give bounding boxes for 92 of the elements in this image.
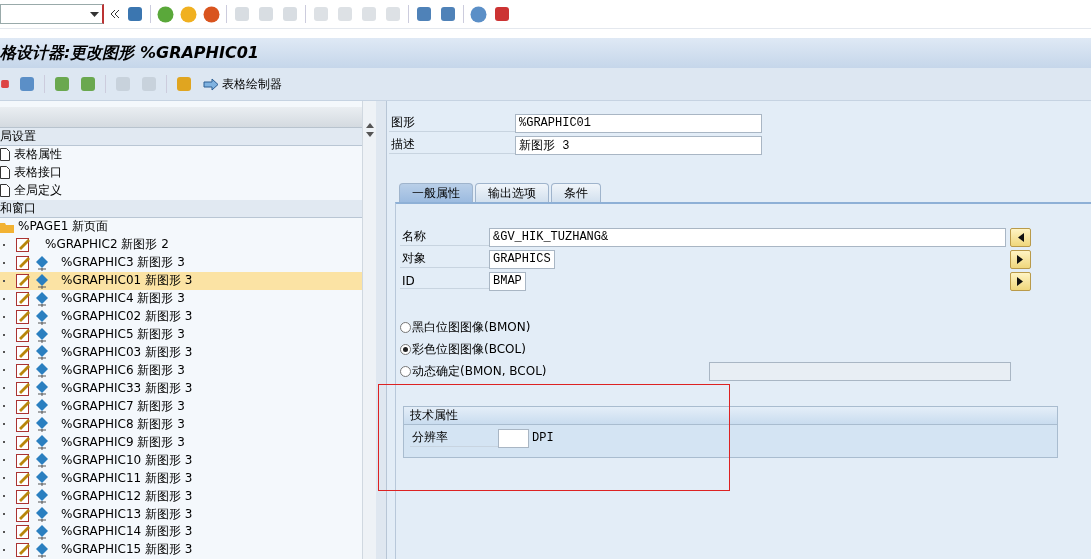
diamond-icon [35,524,49,540]
diamond-icon [35,470,49,487]
edit-icon [16,273,31,289]
edit-icon [16,380,31,396]
dropdown-caret-icon[interactable] [90,11,99,17]
splitter[interactable] [376,101,387,559]
radio-label: 动态确定(BMON, BCOL) [412,362,547,380]
edit-icon [16,237,31,253]
tree-item[interactable]: %GRAPHIC4 新图形 3 [0,289,362,308]
right-triangle-icon [1017,254,1024,264]
diamond-icon [35,326,49,343]
diamond-icon [35,362,49,379]
diamond-icon [35,452,49,469]
right-arrow-icon [203,77,219,91]
diamond-icon [35,254,49,271]
radio-label: 彩色位图图像(BCOL) [412,340,526,358]
arrow-button[interactable] [1010,249,1031,269]
radio-button[interactable] [400,365,411,377]
input-field[interactable]: 新图形 3 [515,135,762,155]
tree-item[interactable]: %GRAPHIC33 新图形 3 [0,379,362,398]
edit-icon [16,434,31,450]
tab[interactable]: 输出选项 [475,183,549,202]
right-triangle-icon [1017,276,1024,286]
edit-icon [16,470,31,486]
tab[interactable]: 条件 [551,183,601,202]
diamond-icon [35,506,49,523]
edit-icon [16,524,31,540]
tree-item[interactable]: 和窗口 [0,199,362,218]
tree-item[interactable]: %GRAPHIC2 新图形 2 [0,235,362,254]
tree-item[interactable]: %GRAPHIC02 新图形 3 [0,307,362,326]
input-field[interactable]: &GV_HIK_TUZHANG& [489,227,1006,247]
scroll-up-icon[interactable] [365,123,374,128]
scroll-down-icon[interactable] [365,132,374,137]
edit-icon [16,309,31,325]
tree-item[interactable]: %GRAPHIC12 新图形 3 [0,487,362,506]
tree-item[interactable]: %GRAPHIC14 新图形 3 [0,523,362,541]
diamond-icon [35,272,49,289]
form-painter-button[interactable]: 表格绘制器 [201,75,284,93]
input-field[interactable]: BMAP [489,271,527,291]
scrollbar[interactable] [362,101,376,559]
tree-item[interactable]: %GRAPHIC11 新图形 3 [0,469,362,488]
edit-icon [16,452,31,468]
tree-item[interactable]: %GRAPHIC03 新图形 3 [0,343,362,362]
arrow-button[interactable] [1010,227,1031,247]
radio-button[interactable] [400,321,411,333]
diamond-icon [35,344,49,361]
edit-icon [16,416,31,432]
tree-item[interactable]: %GRAPHIC01 新图形 3 [0,271,362,290]
tree-item[interactable]: %GRAPHIC13 新图形 3 [0,505,362,523]
input-field[interactable]: GRAPHICS [489,249,556,269]
edit-icon [16,255,31,271]
diamond-icon [35,398,49,415]
edit-icon [16,362,31,378]
edit-icon [16,506,31,522]
diamond-icon [35,434,49,451]
tree-item[interactable]: %GRAPHIC8 新图形 3 [0,415,362,434]
diamond-icon [35,380,49,397]
tree-item[interactable]: %GRAPHIC10 新图形 3 [0,451,362,470]
tab[interactable]: 一般属性 [399,183,473,202]
diamond-icon [35,541,49,558]
edit-icon [16,488,31,504]
tree-item[interactable]: %GRAPHIC6 新图形 3 [0,361,362,380]
tree-item[interactable]: %GRAPHIC9 新图形 3 [0,433,362,452]
unit-label: DPI [532,431,554,445]
tree-item[interactable]: 表格属性 [0,145,362,164]
edit-icon [16,291,31,307]
diamond-icon [35,308,49,325]
screen-title: 格设计器:更改图形 %GRAPHIC01 [0,42,259,64]
left-triangle-icon [1017,232,1024,242]
double-chevron-icon[interactable] [110,9,120,19]
radio-label: 黑白位图图像(BMON) [412,318,531,336]
diamond-icon [35,488,49,505]
command-field[interactable] [0,4,104,24]
edit-icon [16,344,31,360]
diamond-icon [35,416,49,433]
input-field[interactable] [708,361,1011,381]
edit-icon [16,327,31,342]
input-field[interactable] [498,428,529,448]
tree-item[interactable]: 表格接口 [0,163,362,182]
tree-item[interactable]: %GRAPHIC5 新图形 3 [0,325,362,344]
tree-item[interactable]: %PAGE1 新页面 [0,217,362,236]
edit-icon [16,398,31,414]
input-field[interactable]: %GRAPHIC01 [515,113,762,133]
tree-item[interactable]: %GRAPHIC15 新图形 3 [0,540,362,559]
tree-item[interactable]: %GRAPHIC3 新图形 3 [0,253,362,272]
tree-item[interactable]: %GRAPHIC7 新图形 3 [0,397,362,416]
group-title: 技术属性 [410,407,458,424]
arrow-button[interactable] [1010,271,1031,291]
radio-button[interactable] [400,343,411,355]
diamond-icon [35,290,49,307]
folder-icon [0,220,14,233]
tree-item[interactable]: 全局定义 [0,181,362,200]
